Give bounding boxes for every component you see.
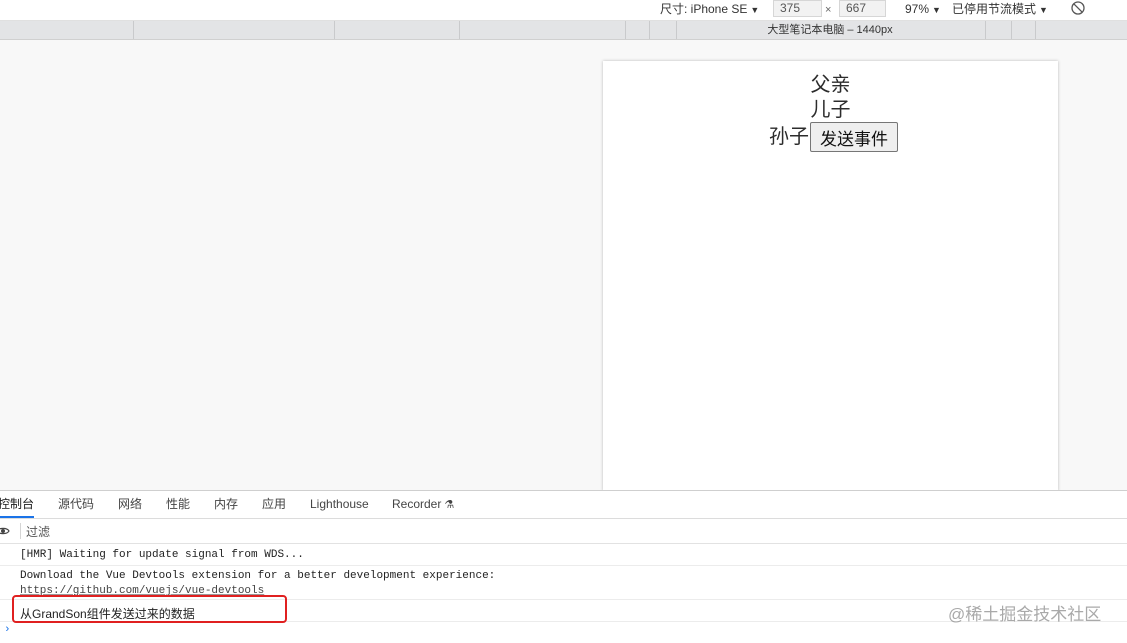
device-frame: 父亲 儿子 孙子 发送事件 xyxy=(603,61,1058,491)
throttling-dropdown[interactable]: 已停用节流模式 ▼ xyxy=(952,1,1048,19)
son-component-text: 儿子 xyxy=(810,99,851,121)
device-dimensions-label: 尺寸: iPhone SE xyxy=(660,2,748,16)
media-query-segment[interactable] xyxy=(1011,21,1035,39)
console-filter-bar xyxy=(0,519,1127,544)
device-height-input[interactable]: 667 xyxy=(839,0,886,17)
viewport-area: 父亲 儿子 孙子 发送事件 xyxy=(0,40,1127,491)
console-filter-input[interactable] xyxy=(24,521,428,542)
media-query-segment[interactable] xyxy=(133,21,334,39)
rotate-button[interactable] xyxy=(1070,0,1086,18)
zoom-dropdown[interactable]: 97% ▼ xyxy=(905,1,941,19)
media-query-segment[interactable] xyxy=(985,21,1011,39)
throttling-label: 已停用节流模式 xyxy=(952,2,1037,16)
beaker-icon: ⚗ xyxy=(444,499,455,511)
tab-sources[interactable]: 源代码 xyxy=(58,491,94,518)
tab-performance[interactable]: 性能 xyxy=(166,491,190,518)
rotate-disabled-icon xyxy=(1071,1,1085,15)
tab-recorder[interactable]: Recorder ⚗ xyxy=(392,491,454,518)
device-width-input[interactable]: 375 xyxy=(773,0,822,17)
chevron-down-icon: ▼ xyxy=(1039,5,1048,15)
chevron-down-icon: ▼ xyxy=(932,5,941,15)
tab-recorder-label: Recorder xyxy=(392,497,442,511)
console-message-text: [HMR] Waiting for update signal from WDS… xyxy=(20,549,304,561)
eye-icon[interactable] xyxy=(0,524,10,538)
tab-lighthouse[interactable]: Lighthouse xyxy=(310,491,369,518)
tab-memory[interactable]: 内存 xyxy=(214,491,238,518)
father-component-text: 父亲 xyxy=(810,74,851,96)
tab-application[interactable]: 应用 xyxy=(262,491,286,518)
media-query-segment[interactable] xyxy=(1035,21,1127,39)
times-icon: × xyxy=(825,4,832,16)
highlight-annotation-box xyxy=(12,595,287,623)
console-message-text: Download the Vue Devtools extension for … xyxy=(20,570,496,582)
chevron-down-icon: ▼ xyxy=(750,5,760,15)
zoom-label: 97% xyxy=(905,2,930,16)
console-output: [HMR] Waiting for update signal from WDS… xyxy=(0,544,1127,643)
divider xyxy=(20,523,21,539)
grandson-component-text: 孙子 xyxy=(769,126,809,148)
media-query-bar: 大型笔记本电脑 – 1440px xyxy=(0,21,1127,40)
tab-console[interactable]: 控制台 xyxy=(0,491,35,518)
media-query-segment[interactable] xyxy=(649,21,676,39)
send-event-button[interactable]: 发送事件 xyxy=(810,122,898,152)
device-dimensions-dropdown[interactable]: 尺寸: iPhone SE ▼ xyxy=(660,1,759,19)
console-prompt-icon[interactable]: › xyxy=(4,624,11,636)
watermark: @稀土掘金技术社区 xyxy=(948,605,1102,624)
tab-network[interactable]: 网络 xyxy=(118,491,142,518)
media-query-segment[interactable] xyxy=(625,21,649,39)
media-query-segment[interactable] xyxy=(459,21,625,39)
console-message: [HMR] Waiting for update signal from WDS… xyxy=(0,544,1127,566)
media-query-label: 大型笔记本电脑 – 1440px xyxy=(767,24,893,36)
grandson-component: 孙子 发送事件 xyxy=(769,122,898,152)
devtools-tabs: 控制台 源代码 网络 性能 内存 应用 Lighthouse Recorder ⚗ xyxy=(0,491,1127,519)
device-toolbar: 尺寸: iPhone SE ▼ 375 × 667 97% ▼ 已停用节流模式 ▼ xyxy=(0,0,1127,21)
media-query-segment[interactable] xyxy=(334,21,459,39)
